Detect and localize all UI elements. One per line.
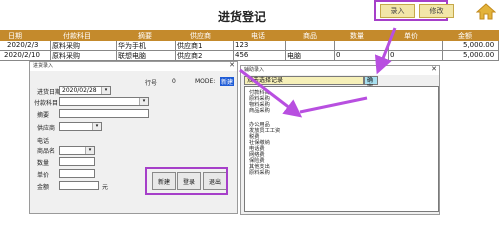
annotation-arrows: [239, 27, 397, 118]
